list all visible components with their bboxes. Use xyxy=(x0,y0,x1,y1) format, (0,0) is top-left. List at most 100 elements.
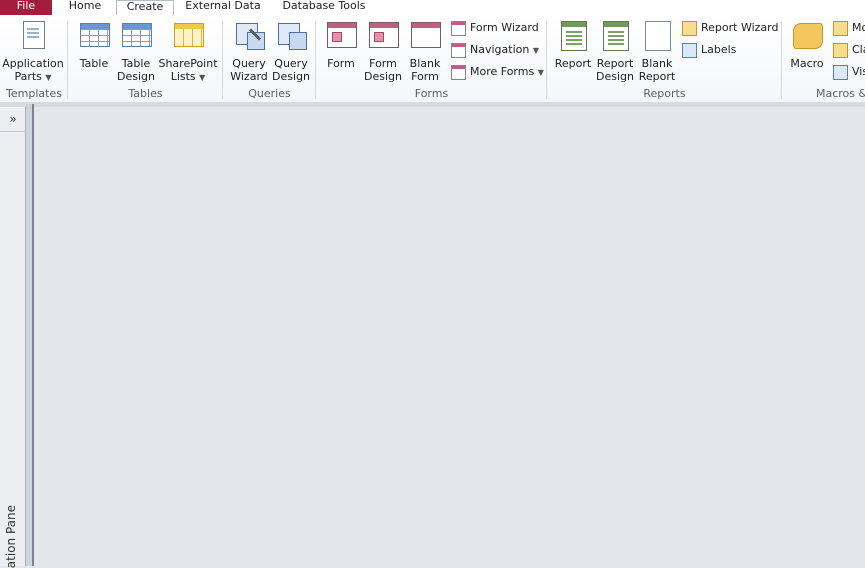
application-parts-icon xyxy=(16,19,50,53)
group-label-reports: Reports xyxy=(643,87,686,100)
group-tables: Table Table Design SharePoint Lists ▼ Ta… xyxy=(68,15,223,102)
class-module-icon xyxy=(832,42,848,58)
query-design-label-2: Design xyxy=(272,70,310,83)
form-label: Form xyxy=(327,57,355,70)
table-design-label-2: Design xyxy=(117,70,155,83)
table-icon xyxy=(77,19,111,53)
navigation-button[interactable]: Navigation ▼ xyxy=(450,40,539,60)
query-wizard-label-1: Query xyxy=(232,57,266,70)
table-design-button[interactable]: Table Design xyxy=(114,17,158,83)
ribbon-tab-strip: File Home Create External Data Database … xyxy=(0,0,865,16)
more-forms-icon xyxy=(450,64,466,80)
nav-pane-label[interactable]: ation Pane xyxy=(4,505,18,568)
tab-home[interactable]: Home xyxy=(60,0,110,15)
query-wizard-label-2: Wizard xyxy=(230,70,268,83)
table-design-icon xyxy=(119,19,153,53)
group-forms: Form Form Design Blank Form Form Wizard … xyxy=(316,15,547,102)
group-templates: Application Parts ▼ Templates xyxy=(0,15,68,102)
form-design-label-1: Form xyxy=(369,57,397,70)
report-wizard-icon xyxy=(681,20,697,36)
blank-form-icon xyxy=(408,19,442,53)
tab-file[interactable]: File xyxy=(0,0,52,15)
group-label-macros: Macros & xyxy=(816,87,865,100)
query-design-icon xyxy=(274,19,308,53)
visual-basic-label: Vis xyxy=(852,65,865,78)
table-button[interactable]: Table xyxy=(74,17,114,70)
blank-report-icon xyxy=(640,19,674,53)
blank-report-label-2: Report xyxy=(638,70,676,83)
report-button[interactable]: Report xyxy=(553,17,593,70)
group-label-forms: Forms xyxy=(414,87,449,100)
class-module-label: Cla xyxy=(852,43,865,56)
report-icon xyxy=(556,19,590,53)
form-wizard-label: Form Wizard xyxy=(470,21,539,34)
group-macros: Macro Mo Cla Vis Macros & xyxy=(782,15,865,102)
sharepoint-lists-label-1: SharePoint xyxy=(158,57,218,70)
navigation-pane[interactable]: » ation Pane xyxy=(0,107,26,568)
labels-label: Labels xyxy=(701,43,737,56)
form-icon xyxy=(324,19,358,53)
table-label: Table xyxy=(79,57,109,70)
sharepoint-lists-label-2: Lists xyxy=(170,70,196,83)
module-label: Mo xyxy=(852,21,865,34)
query-design-button[interactable]: Query Design xyxy=(269,17,313,83)
more-forms-label: More Forms xyxy=(470,65,535,78)
class-module-button[interactable]: Cla xyxy=(832,40,865,60)
macro-label: Macro xyxy=(790,57,824,70)
form-button[interactable]: Form xyxy=(322,17,360,70)
report-wizard-label: Report Wizard xyxy=(701,21,779,34)
report-design-label-1: Report xyxy=(596,57,634,70)
more-forms-button[interactable]: More Forms ▼ xyxy=(450,62,544,82)
visual-basic-button[interactable]: Vis xyxy=(832,62,865,82)
blank-report-button[interactable]: Blank Report xyxy=(637,17,677,83)
ribbon: Application Parts ▼ Templates Table Tabl… xyxy=(0,15,865,103)
dropdown-arrow-icon: ▼ xyxy=(532,46,539,55)
group-label-templates: Templates xyxy=(6,87,62,100)
dropdown-arrow-icon: ▼ xyxy=(199,73,206,82)
blank-form-label-2: Form xyxy=(411,70,439,83)
query-wizard-icon xyxy=(232,19,266,53)
blank-form-label-1: Blank xyxy=(409,57,441,70)
blank-report-label-1: Blank xyxy=(641,57,673,70)
macro-button[interactable]: Macro xyxy=(788,17,826,70)
document-workspace xyxy=(34,107,865,566)
form-design-label-2: Design xyxy=(364,70,402,83)
report-label: Report xyxy=(554,57,592,70)
navigation-icon xyxy=(450,42,466,58)
navigation-label: Navigation xyxy=(470,43,530,56)
form-wizard-icon xyxy=(450,20,466,36)
nav-pane-splitter[interactable] xyxy=(26,104,34,566)
sharepoint-lists-button[interactable]: SharePoint Lists ▼ xyxy=(158,17,218,84)
expand-nav-pane-icon[interactable]: » xyxy=(0,109,26,129)
report-wizard-button[interactable]: Report Wizard xyxy=(681,18,778,38)
group-label-tables: Tables xyxy=(128,87,163,100)
report-design-button[interactable]: Report Design xyxy=(595,17,635,83)
blank-form-button[interactable]: Blank Form xyxy=(406,17,444,83)
application-parts-button[interactable]: Application Parts ▼ xyxy=(0,17,66,84)
group-label-queries: Queries xyxy=(248,87,291,100)
group-queries: Query Wizard Query Design Queries xyxy=(223,15,316,102)
tab-create[interactable]: Create xyxy=(116,0,174,16)
labels-icon xyxy=(681,42,697,58)
query-wizard-button[interactable]: Query Wizard xyxy=(227,17,271,83)
form-wizard-button[interactable]: Form Wizard xyxy=(450,18,539,38)
tab-external-data[interactable]: External Data xyxy=(180,0,266,15)
module-icon xyxy=(832,20,848,36)
form-design-button[interactable]: Form Design xyxy=(362,17,404,83)
form-design-icon xyxy=(366,19,400,53)
report-design-label-2: Design xyxy=(596,70,634,83)
report-design-icon xyxy=(598,19,632,53)
macro-scroll-icon xyxy=(790,19,824,53)
group-reports: Report Report Design Blank Report Report… xyxy=(547,15,782,102)
query-design-label-1: Query xyxy=(274,57,308,70)
dropdown-arrow-icon: ▼ xyxy=(537,68,544,77)
nav-pane-divider xyxy=(0,131,26,132)
application-parts-label-1: Application xyxy=(2,57,64,70)
application-parts-label-2: Parts xyxy=(14,70,42,83)
tab-database-tools[interactable]: Database Tools xyxy=(276,0,372,15)
labels-button[interactable]: Labels xyxy=(681,40,736,60)
dropdown-arrow-icon: ▼ xyxy=(45,73,52,82)
table-design-label-1: Table xyxy=(121,57,151,70)
module-button[interactable]: Mo xyxy=(832,18,865,38)
visual-basic-icon xyxy=(832,64,848,80)
